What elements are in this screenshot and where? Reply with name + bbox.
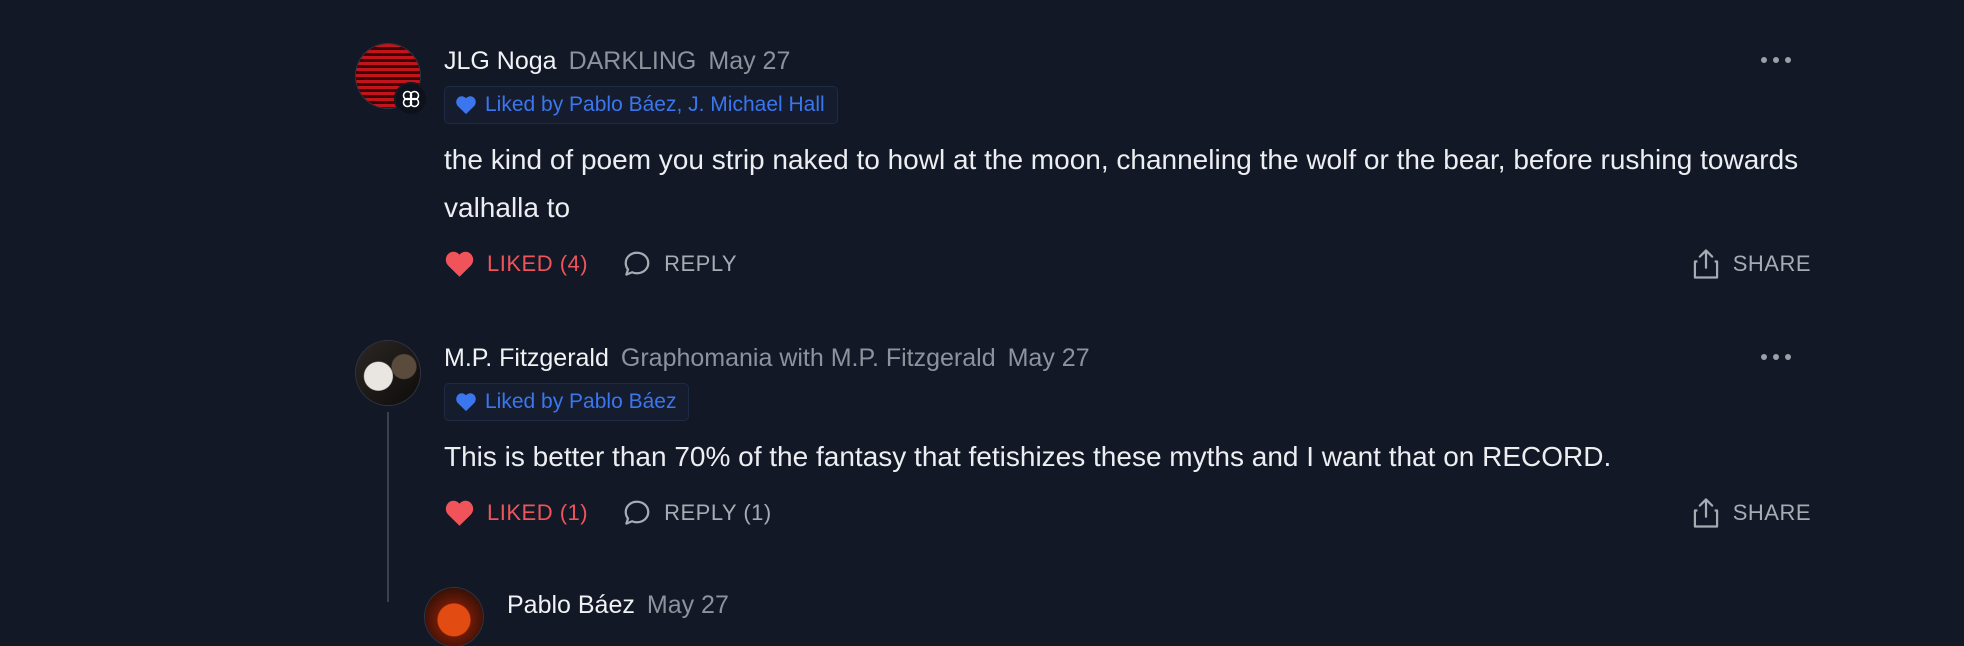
reply-button[interactable]: REPLY (1) — [622, 498, 772, 528]
author-name[interactable]: JLG Noga — [444, 44, 557, 78]
comment-text: This is better than 70% of the fantasy t… — [444, 441, 1612, 472]
comment-meta: JLG Noga DARKLING May 27 — [444, 44, 1811, 78]
share-button[interactable]: SHARE — [1691, 248, 1811, 280]
like-button[interactable]: LIKED (1) — [444, 499, 588, 527]
share-label: SHARE — [1732, 500, 1811, 525]
publication-logo-icon — [394, 82, 428, 116]
liked-by-text: Liked by Pablo Báez, J. Michael Hall — [485, 93, 825, 116]
comment-thread: JLG Noga DARKLING May 27 Liked by Pablo … — [0, 0, 1964, 646]
publication-name[interactable]: Graphomania with M.P. Fitzgerald — [621, 341, 996, 375]
share-button[interactable]: SHARE — [1691, 497, 1811, 529]
author-name[interactable]: M.P. Fitzgerald — [444, 341, 609, 375]
share-upload-icon — [1693, 498, 1718, 528]
comment-actions: LIKED (4) REPLY SHARE — [444, 244, 1811, 284]
comment-meta: Pablo Báez May 27 — [507, 588, 1725, 622]
like-label: LIKED (4) — [487, 251, 589, 276]
heart-icon — [445, 251, 474, 277]
speech-bubble-icon — [624, 251, 650, 276]
comment-actions: LIKED (1) REPLY (1) SHARE — [444, 493, 1811, 533]
comment-meta: M.P. Fitzgerald Graphomania with M.P. Fi… — [444, 341, 1811, 375]
thread-line — [387, 412, 389, 602]
like-label: LIKED (1) — [487, 500, 589, 525]
liked-by-chip[interactable]: Liked by Pablo Báez — [444, 383, 690, 421]
like-button[interactable]: LIKED (4) — [444, 250, 588, 278]
liked-by-text: Liked by Pablo Báez — [485, 390, 677, 413]
heart-icon — [445, 500, 474, 526]
reply-label: REPLY — [664, 251, 738, 276]
reply-label: REPLY (1) — [664, 500, 772, 525]
reply-button[interactable]: REPLY — [622, 249, 737, 279]
more-horizontal-icon[interactable] — [1761, 347, 1791, 367]
heart-icon — [456, 393, 476, 412]
avatar[interactable] — [425, 588, 483, 646]
speech-bubble-icon — [624, 500, 650, 525]
comment-date[interactable]: May 27 — [708, 44, 790, 78]
heart-icon — [456, 96, 476, 115]
avatar[interactable] — [356, 341, 420, 405]
liked-by-chip[interactable]: Liked by Pablo Báez, J. Michael Hall — [444, 86, 838, 124]
share-upload-icon — [1693, 249, 1718, 279]
comment-text: the kind of poem you strip naked to howl… — [444, 144, 1799, 223]
share-label: SHARE — [1732, 251, 1811, 276]
comment-date[interactable]: May 27 — [1008, 341, 1090, 375]
publication-name[interactable]: DARKLING — [569, 44, 697, 78]
author-name[interactable]: Pablo Báez — [507, 588, 635, 622]
comment-date[interactable]: May 27 — [647, 588, 729, 622]
more-horizontal-icon[interactable] — [1761, 50, 1791, 70]
